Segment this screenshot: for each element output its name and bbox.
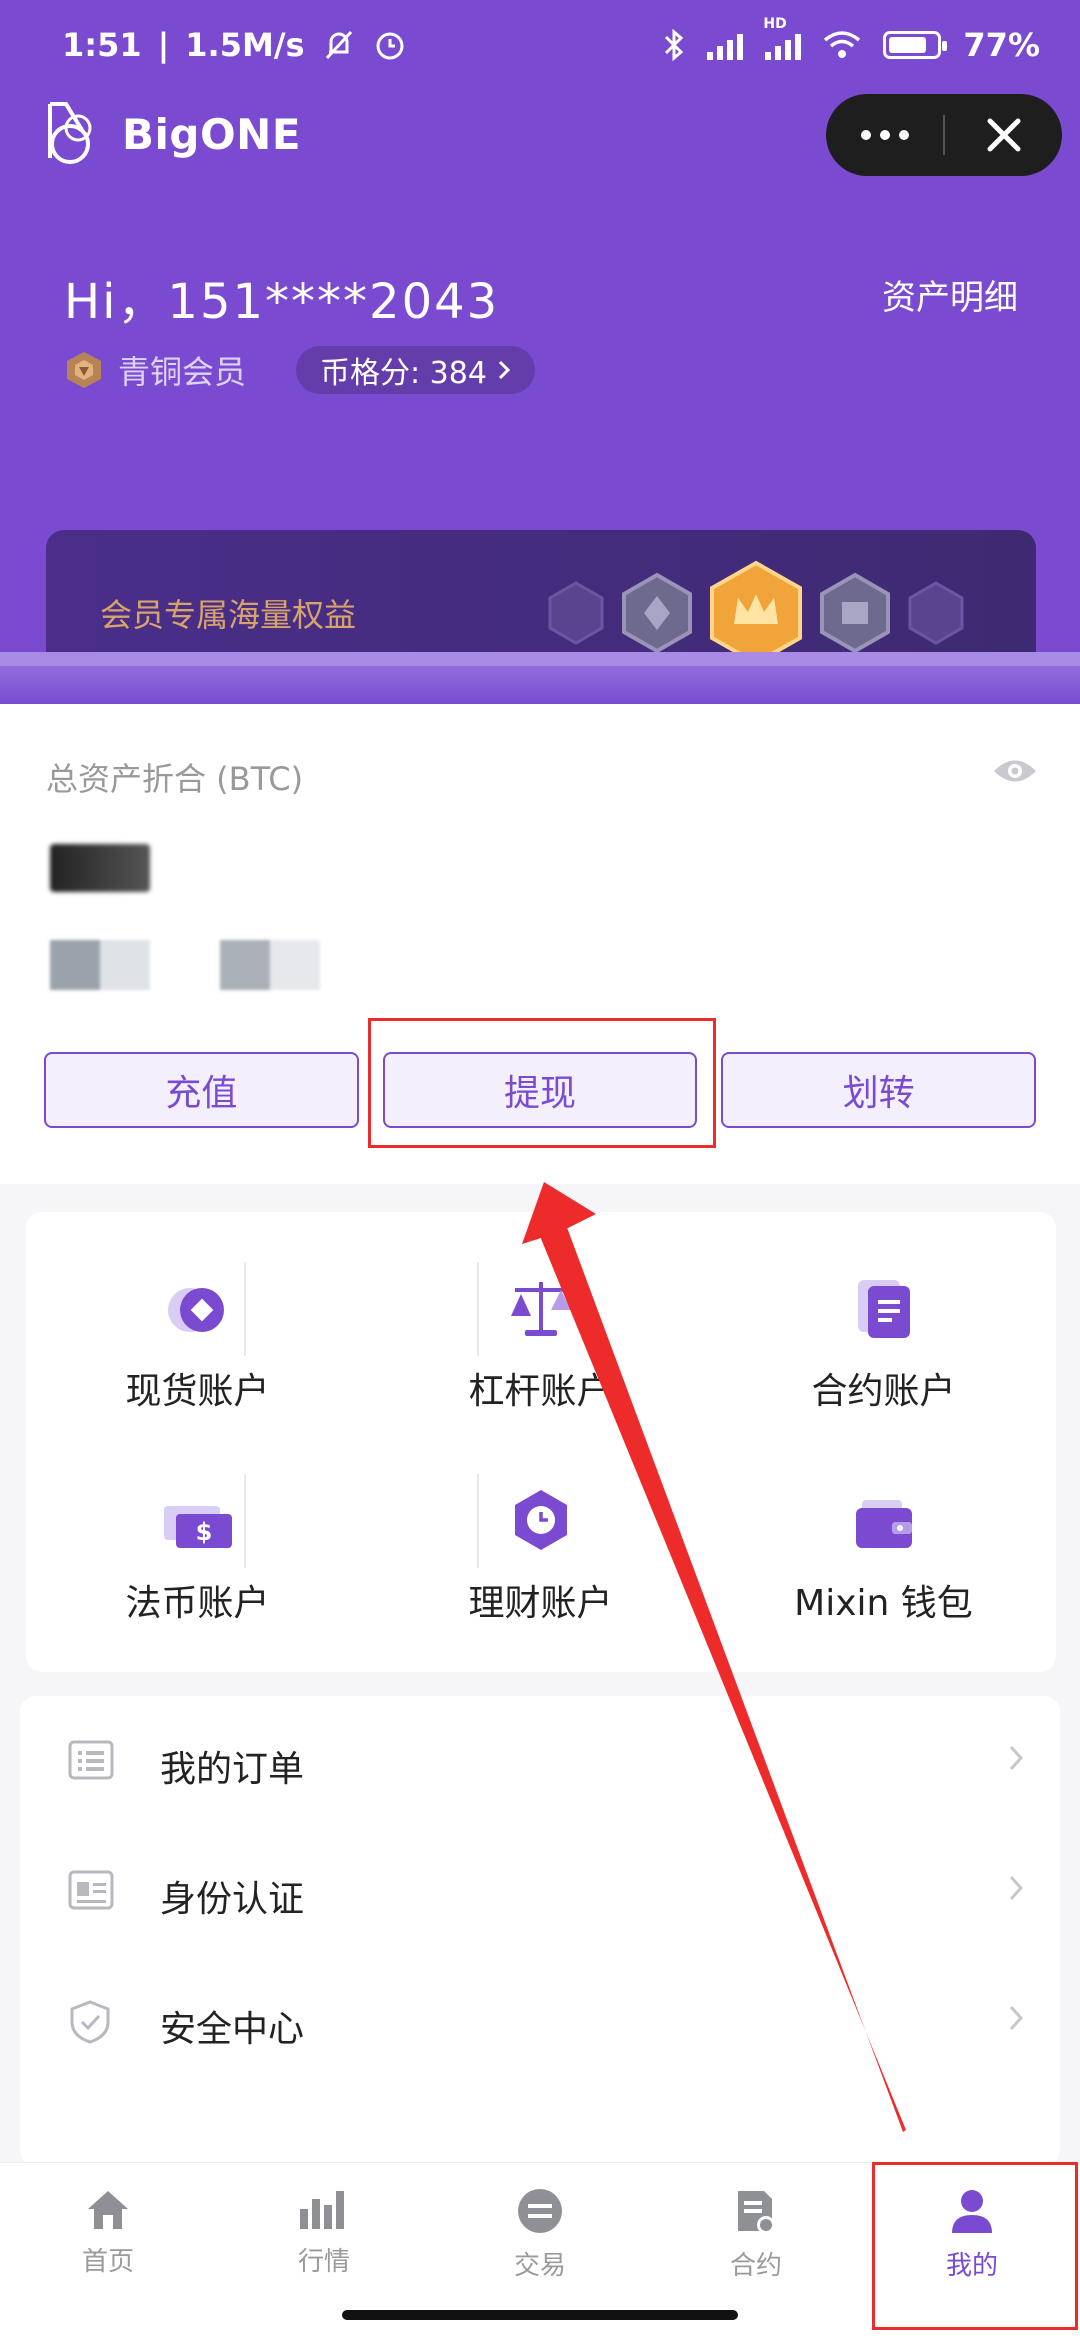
total-assets-label: 总资产折合 (BTC) bbox=[46, 760, 304, 798]
spot-icon bbox=[167, 1288, 224, 1332]
transfer-button[interactable]: 划转 bbox=[721, 1052, 1037, 1128]
shield-icon bbox=[70, 2000, 110, 2044]
tab-market[interactable]: 行情 bbox=[216, 2187, 432, 2297]
account-fiat[interactable]: $ 法币账户 bbox=[26, 1462, 369, 1662]
menu-item-identity[interactable]: 身份认证 bbox=[20, 1826, 1060, 1956]
account-label: Mixin 钱包 bbox=[794, 1583, 973, 1624]
account-margin[interactable]: 杠杆账户 bbox=[369, 1250, 712, 1450]
bluetooth-icon bbox=[665, 28, 684, 62]
menu-item-orders[interactable]: 我的订单 bbox=[20, 1696, 1060, 1826]
account-label: 理财账户 bbox=[468, 1583, 613, 1624]
close-icon bbox=[987, 118, 1020, 152]
account-label: 法币账户 bbox=[125, 1583, 270, 1624]
id-card-icon bbox=[68, 1870, 114, 1910]
battery-percent: 77% bbox=[963, 26, 1040, 64]
signal-hd-icon: HD bbox=[763, 16, 802, 60]
wifi-icon bbox=[824, 31, 861, 58]
network-speed: 1.5M/s bbox=[185, 26, 305, 64]
level-badges bbox=[546, 560, 966, 666]
menu-label: 身份认证 bbox=[160, 1879, 305, 1920]
level-badge-4-icon bbox=[820, 572, 890, 654]
deposit-button[interactable]: 充值 bbox=[44, 1052, 359, 1128]
close-button[interactable] bbox=[945, 94, 1062, 176]
asset-detail-link[interactable]: 资产明细 bbox=[882, 270, 1018, 319]
more-button[interactable] bbox=[826, 94, 943, 176]
chevron-right-icon bbox=[498, 360, 511, 380]
contract-tab-icon bbox=[738, 2191, 775, 2234]
level-badge-1-icon bbox=[548, 581, 604, 645]
account-label: 杠杆账户 bbox=[468, 1371, 613, 1412]
account-contract[interactable]: 合约账户 bbox=[712, 1250, 1055, 1450]
account-label: 合约账户 bbox=[811, 1371, 956, 1412]
contract-icon bbox=[857, 1280, 910, 1338]
status-bar: 1:51 | 1.5M/s HD 77% bbox=[0, 0, 1080, 96]
menu-list: 我的订单 身份认证 安全中心 bbox=[20, 1696, 1060, 2166]
chevron-right-icon bbox=[1009, 1745, 1024, 1771]
tab-label: 首页 bbox=[81, 2247, 134, 2277]
menu-item-security[interactable]: 安全中心 bbox=[20, 1956, 1060, 2086]
member-benefit-banner[interactable]: 会员专属海量权益 bbox=[46, 530, 1036, 670]
menu-label: 安全中心 bbox=[160, 2009, 305, 2050]
tab-contract[interactable]: 合约 bbox=[648, 2187, 864, 2297]
fiat-balance-hidden bbox=[50, 940, 350, 990]
menu-label: 我的订单 bbox=[160, 1749, 305, 1790]
crown-badge-icon bbox=[710, 560, 802, 666]
bigone-logo-icon bbox=[48, 102, 92, 164]
eye-icon[interactable] bbox=[992, 756, 1038, 786]
home-indicator[interactable] bbox=[342, 2310, 738, 2320]
brand-name: BigONE bbox=[122, 109, 302, 159]
account-label: 现货账户 bbox=[125, 1371, 270, 1412]
score-pill[interactable]: 币格分: 384 bbox=[296, 346, 535, 394]
account-spot[interactable]: 现货账户 bbox=[26, 1250, 369, 1450]
account-mixin-wallet[interactable]: Mixin 钱包 bbox=[712, 1462, 1055, 1662]
battery-icon bbox=[883, 31, 948, 59]
grid-divider bbox=[244, 1262, 246, 1356]
level-badge-5-icon bbox=[908, 581, 964, 645]
scale-icon bbox=[510, 1282, 571, 1336]
home-icon bbox=[88, 2191, 128, 2229]
mine-tab-highlight-box bbox=[872, 2162, 1078, 2330]
list-icon bbox=[68, 1740, 114, 1780]
miniapp-capsule bbox=[826, 94, 1062, 176]
user-greeting: Hi，151****2043 bbox=[64, 274, 500, 330]
withdraw-highlight-box bbox=[368, 1018, 716, 1148]
btc-balance-hidden bbox=[50, 844, 150, 892]
alarm-icon bbox=[376, 32, 404, 60]
tab-home[interactable]: 首页 bbox=[0, 2187, 216, 2297]
exchange-icon bbox=[518, 2189, 562, 2233]
score-label: 币格分: 384 bbox=[320, 356, 487, 391]
tab-label: 交易 bbox=[513, 2251, 566, 2281]
status-divider: | bbox=[157, 26, 170, 64]
banner-lip bbox=[0, 652, 1080, 666]
brand: BigONE bbox=[40, 98, 301, 170]
fiat-icon: $ bbox=[163, 1506, 232, 1548]
tab-label: 行情 bbox=[297, 2247, 350, 2277]
profile-header: 1:51 | 1.5M/s HD 77% BigONE Hi，151****20… bbox=[0, 0, 1080, 704]
benefit-text: 会员专属海量权益 bbox=[100, 596, 357, 634]
chevron-right-icon bbox=[1009, 2005, 1024, 2031]
member-info: 青铜会员 币格分: 384 bbox=[64, 346, 535, 394]
clock-icon bbox=[514, 1490, 567, 1550]
status-time: 1:51 bbox=[62, 26, 142, 64]
chart-icon bbox=[300, 2191, 344, 2229]
level-badge-2-icon bbox=[622, 572, 692, 654]
chevron-right-icon bbox=[1009, 1875, 1024, 1901]
account-finance[interactable]: 理财账户 bbox=[369, 1462, 712, 1662]
mute-icon bbox=[325, 30, 352, 60]
grid-divider bbox=[477, 1474, 479, 1568]
wallet-icon bbox=[855, 1500, 912, 1548]
svg-text:$: $ bbox=[195, 1518, 212, 1546]
bronze-badge-icon bbox=[67, 352, 101, 388]
signal-icon bbox=[707, 30, 744, 60]
grid-divider bbox=[477, 1262, 479, 1356]
grid-divider bbox=[244, 1474, 246, 1568]
member-level: 青铜会员 bbox=[118, 353, 247, 391]
tab-label: 合约 bbox=[729, 2251, 782, 2281]
account-grid: 现货账户 杠杆账户 合约账户 $ 法币账户 理财账户 Mixin 钱包 bbox=[26, 1212, 1056, 1672]
tab-trade[interactable]: 交易 bbox=[432, 2187, 648, 2297]
